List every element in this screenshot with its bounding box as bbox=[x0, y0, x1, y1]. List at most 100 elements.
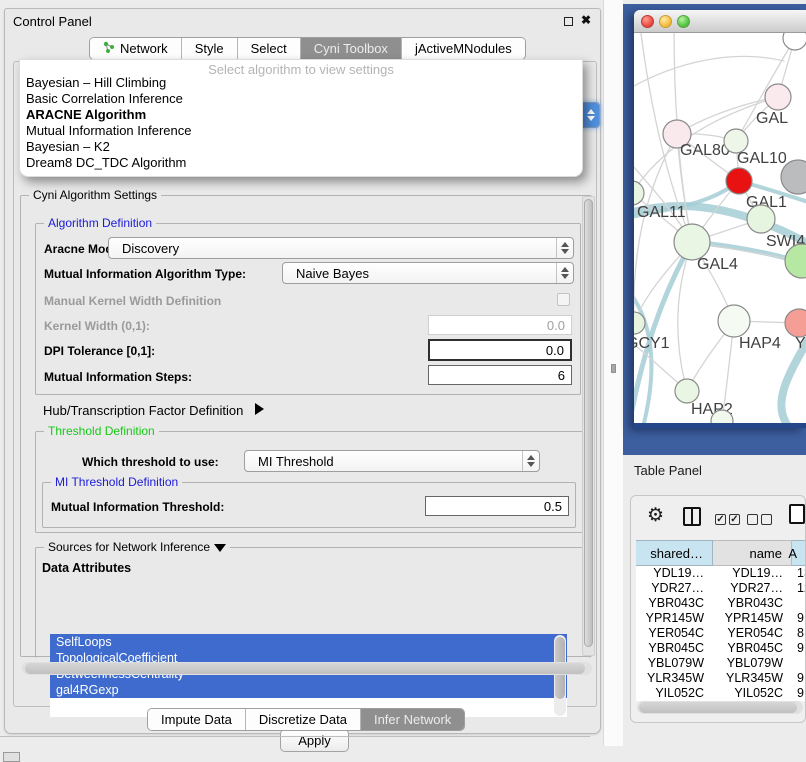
network-node-swi4[interactable] bbox=[747, 205, 775, 233]
node-label: GAL bbox=[756, 110, 788, 127]
document-icon[interactable] bbox=[789, 504, 805, 524]
table-row[interactable]: YBR043CYBR043C bbox=[636, 596, 806, 611]
columns-icon[interactable] bbox=[683, 507, 701, 526]
table-row[interactable]: YLR345WYLR345W9. bbox=[636, 671, 806, 686]
zoom-traffic-light-icon[interactable] bbox=[677, 15, 690, 28]
algorithm-option[interactable]: Bayesian – K2 bbox=[20, 139, 582, 155]
node-label: GCY1 bbox=[634, 335, 670, 352]
network-node[interactable] bbox=[783, 33, 806, 50]
network-node-y[interactable] bbox=[785, 309, 806, 337]
hub-definition-expander[interactable]: Hub/Transcription Factor Definition bbox=[43, 403, 264, 418]
tab-impute-data[interactable]: Impute Data bbox=[148, 709, 246, 730]
settings-vertical-scrollbar[interactable] bbox=[582, 196, 595, 656]
select-all-icon[interactable]: ✓✓ bbox=[715, 514, 740, 525]
tab-network[interactable]: Network bbox=[90, 38, 182, 59]
combo-spinner-icon[interactable] bbox=[556, 238, 573, 258]
network-canvas[interactable]: GALGAL80GAL10GAL1GAL11SWI4GAL4GCY1HAP4YH… bbox=[634, 33, 806, 423]
mi-steps-label: Mutual Information Steps: bbox=[44, 370, 192, 384]
network-view-window: GALGAL80GAL10GAL1GAL11SWI4GAL4GCY1HAP4YH… bbox=[634, 10, 806, 428]
table-row[interactable]: YDL19…YDL19…13 bbox=[636, 566, 806, 581]
minimize-traffic-light-icon[interactable] bbox=[659, 15, 672, 28]
table-header-row: shared…nameA bbox=[636, 540, 806, 566]
splitter-grip-icon[interactable] bbox=[611, 364, 616, 373]
node-table: shared…nameA YDL19…YDL19…13YDR27…YDR27…1… bbox=[636, 540, 806, 701]
mi-type-combo[interactable]: Naive Bayes bbox=[282, 262, 574, 284]
node-label: GAL10 bbox=[737, 150, 787, 167]
tab-select[interactable]: Select bbox=[238, 38, 301, 59]
tab-jactivemnodules[interactable]: jActiveMNodules bbox=[402, 38, 525, 59]
kernel-width-field: 0.0 bbox=[428, 315, 572, 335]
column-header[interactable]: name bbox=[713, 540, 792, 566]
sources-title[interactable]: Sources for Network Inference bbox=[44, 540, 230, 554]
table-row[interactable]: YIL052CYIL052C9 bbox=[636, 686, 806, 701]
tab-infer-network[interactable]: Infer Network bbox=[361, 709, 464, 730]
algorithm-option[interactable]: Dream8 DC_TDC Algorithm bbox=[20, 155, 582, 171]
kernel-width-label: Kernel Width (0,1): bbox=[44, 319, 150, 333]
network-node-gal4[interactable] bbox=[674, 224, 710, 260]
table-panel: ⚙ ✓✓ shared…nameA YDL19…YDL19…13YDR27…YD… bbox=[630, 495, 806, 723]
tab-style[interactable]: Style bbox=[182, 38, 238, 59]
table-panel-title: Table Panel bbox=[634, 463, 702, 478]
manual-kernel-checkbox[interactable] bbox=[557, 293, 570, 306]
data-attributes-label: Data Attributes bbox=[42, 561, 131, 575]
combo-spinner-icon[interactable] bbox=[582, 103, 599, 127]
table-horizontal-scrollbar[interactable] bbox=[637, 701, 803, 714]
panel-splitter[interactable] bbox=[603, 0, 623, 746]
table-row[interactable]: YPR145WYPR145W9. bbox=[636, 611, 806, 626]
algorithm-definition-group: Algorithm Definition Aracne Mode: Discov… bbox=[35, 223, 581, 395]
float-icon[interactable] bbox=[564, 17, 573, 26]
tab-cyni-toolbox[interactable]: Cyni Toolbox bbox=[301, 38, 402, 59]
combo-spinner-icon[interactable] bbox=[556, 263, 573, 283]
network-node-gal1[interactable] bbox=[726, 168, 752, 194]
bottom-divider bbox=[0, 736, 590, 737]
mi-threshold-label: Mutual Information Threshold: bbox=[51, 500, 224, 514]
network-node-hap4[interactable] bbox=[718, 305, 750, 337]
threshold-definition-group: Threshold Definition Which threshold to … bbox=[35, 431, 585, 533]
group-title: Cyni Algorithm Settings bbox=[29, 188, 161, 202]
aracne-mode-combo[interactable]: Discovery bbox=[108, 237, 574, 259]
mi-threshold-field[interactable]: 0.5 bbox=[425, 496, 569, 516]
tab-discretize-data[interactable]: Discretize Data bbox=[246, 709, 361, 730]
network-graph: GALGAL80GAL10GAL1GAL11SWI4GAL4GCY1HAP4YH… bbox=[634, 33, 806, 423]
data-attributes-list[interactable]: SelfLoopsTopologicalCoefficientBetweenne… bbox=[50, 634, 567, 717]
network-icon bbox=[103, 41, 115, 57]
combo-spinner-icon[interactable] bbox=[522, 451, 539, 471]
algorithm-dropdown-popup: Select algorithm to view settings Bayesi… bbox=[19, 59, 583, 177]
mi-threshold-definition-title: MI Threshold Definition bbox=[51, 475, 182, 489]
popup-header: Select algorithm to view settings bbox=[20, 60, 582, 75]
gear-icon[interactable]: ⚙ bbox=[647, 504, 664, 527]
minimized-panel-icon[interactable] bbox=[3, 752, 20, 762]
which-threshold-label: Which threshold to use: bbox=[82, 455, 219, 469]
node-label: GAL11 bbox=[637, 204, 686, 221]
close-icon[interactable]: ✖ bbox=[581, 13, 591, 27]
column-header[interactable]: shared… bbox=[636, 540, 713, 566]
algorithm-option[interactable]: ARACNE Algorithm bbox=[20, 107, 582, 123]
network-window-titlebar[interactable] bbox=[634, 10, 806, 33]
attribute-item[interactable]: SelfLoops bbox=[50, 634, 567, 650]
table-row[interactable]: YER054CYER054C8. bbox=[636, 626, 806, 641]
network-node-hap2[interactable] bbox=[675, 379, 699, 403]
attributes-scrollbar[interactable] bbox=[554, 635, 566, 716]
close-traffic-light-icon[interactable] bbox=[641, 15, 654, 28]
which-threshold-combo[interactable]: MI Threshold bbox=[244, 450, 540, 472]
algorithm-option[interactable]: Mutual Information Inference bbox=[20, 123, 582, 139]
dpi-tolerance-field[interactable]: 0.0 bbox=[428, 339, 572, 361]
collapse-down-icon bbox=[214, 544, 226, 552]
manual-kernel-label: Manual Kernel Width Definition bbox=[44, 294, 221, 308]
dpi-tolerance-label: DPI Tolerance [0,1]: bbox=[44, 344, 155, 358]
attribute-item[interactable]: gal4RGexp bbox=[50, 682, 567, 698]
deselect-all-icon[interactable] bbox=[747, 514, 772, 525]
settings-horizontal-scrollbar[interactable] bbox=[22, 662, 592, 675]
mi-steps-field[interactable]: 6 bbox=[428, 365, 572, 385]
table-row[interactable]: YBL079WYBL079W bbox=[636, 656, 806, 671]
column-header[interactable]: A bbox=[792, 540, 806, 566]
network-node-gal[interactable] bbox=[765, 84, 791, 110]
mi-type-label: Mutual Information Algorithm Type: bbox=[44, 267, 246, 281]
table-row[interactable]: YDR27…YDR27…12 bbox=[636, 581, 806, 596]
control-panel-window: Control Panel ✖ NetworkStyleSelectCyni T… bbox=[4, 8, 601, 734]
apply-button[interactable]: Apply bbox=[280, 729, 349, 752]
table-row[interactable]: YBR045CYBR045C9. bbox=[636, 641, 806, 656]
algorithm-option[interactable]: Bayesian – Hill Climbing bbox=[20, 75, 582, 91]
node-label: GAL80 bbox=[680, 142, 730, 159]
algorithm-option[interactable]: Basic Correlation Inference bbox=[20, 91, 582, 107]
